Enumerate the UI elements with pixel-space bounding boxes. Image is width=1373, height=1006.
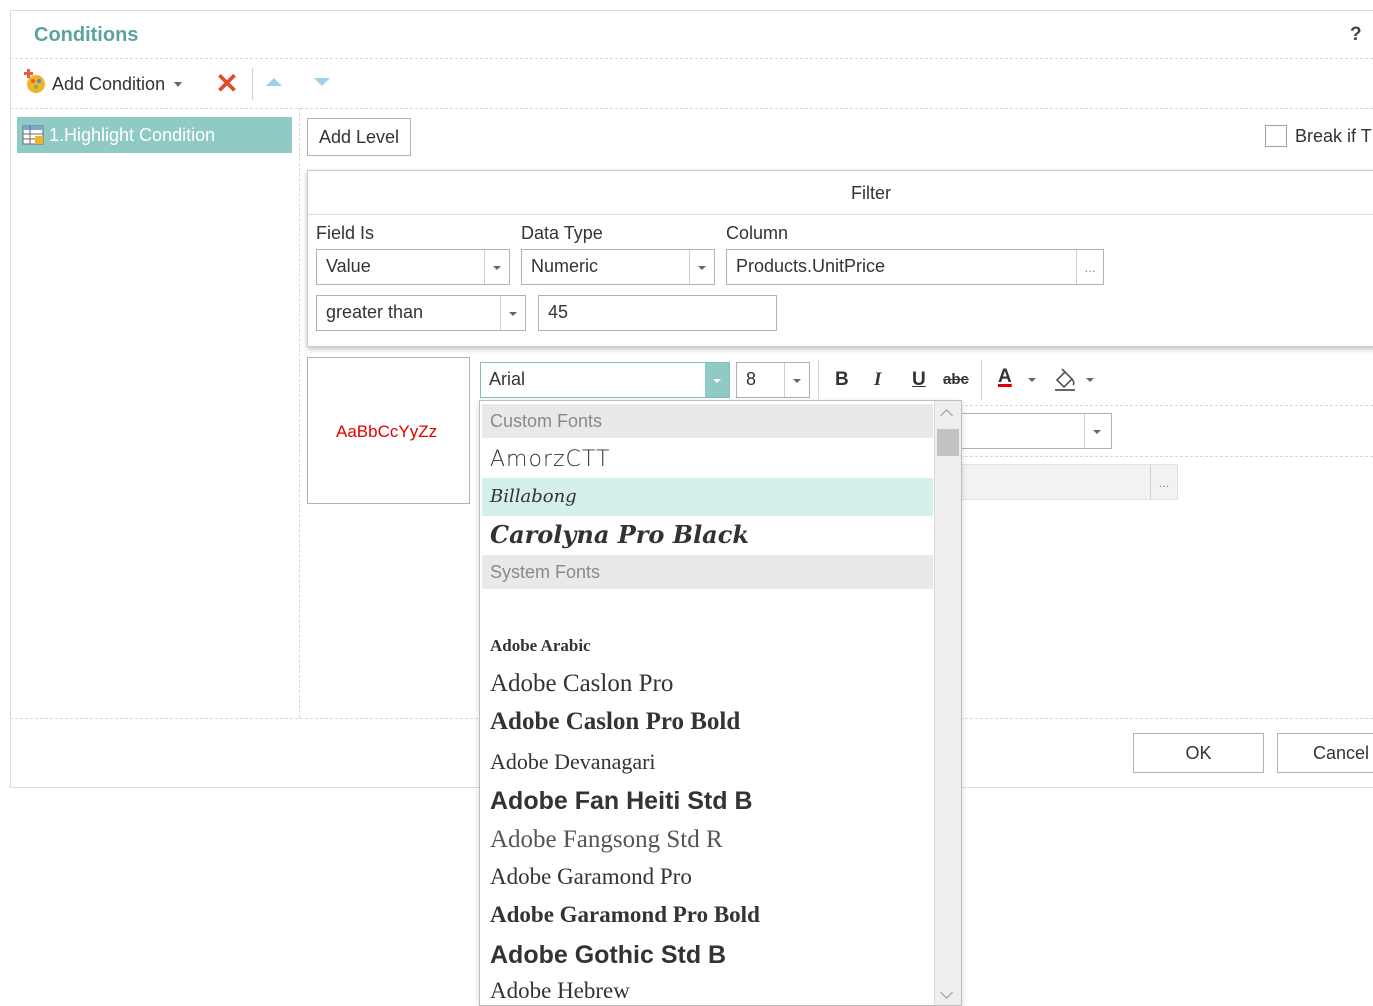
font-option[interactable]: Adobe Caslon Pro (482, 665, 933, 703)
strikethrough-button[interactable]: abc (943, 371, 969, 388)
font-dropdown-list[interactable]: Custom Fonts AmorzCTT Billabong Carolyna… (479, 400, 962, 1006)
ok-button[interactable]: OK (1133, 733, 1264, 773)
font-family-value: Arial (489, 369, 526, 389)
add-condition-button[interactable]: Add Condition (22, 68, 183, 100)
delete-condition-icon[interactable]: ✕ (213, 70, 241, 98)
field-is-select[interactable]: Value (316, 249, 510, 285)
column-browse-button[interactable]: ... (1076, 250, 1103, 284)
fill-color-button[interactable] (1052, 366, 1098, 394)
font-color-icon: A (998, 366, 1012, 387)
font-option[interactable]: Adobe Garamond Pro (482, 859, 933, 895)
font-family-select[interactable]: Arial (480, 362, 730, 398)
data-type-label: Data Type (521, 223, 603, 243)
paint-bucket-icon (1052, 366, 1078, 397)
hidden-browse-button[interactable]: ... (1150, 465, 1177, 499)
scroll-thumb[interactable] (937, 429, 959, 456)
system-fonts-group-header: System Fonts (482, 555, 933, 589)
font-size-value: 8 (746, 369, 757, 389)
chevron-down-icon[interactable] (484, 250, 509, 284)
toolbar-separator (252, 68, 253, 100)
font-size-select[interactable]: 8 (736, 362, 810, 398)
toolbar-divider (10, 108, 1373, 109)
chevron-down-icon (1028, 378, 1036, 382)
condition-list-item[interactable]: 1.Highlight Condition (17, 117, 292, 153)
font-color-button[interactable]: A (995, 366, 1039, 394)
font-option[interactable]: Carolyna Pro Black (482, 516, 933, 554)
add-condition-icon (22, 68, 48, 100)
field-is-label: Field Is (316, 223, 375, 243)
chevron-down-icon (1086, 378, 1094, 382)
bold-button[interactable]: B (835, 369, 849, 391)
style-toolbar-separator (818, 360, 819, 400)
font-option-selected[interactable]: Billabong (482, 478, 933, 516)
custom-fonts-group-header: Custom Fonts (482, 404, 933, 438)
cancel-button[interactable]: Cancel (1277, 733, 1373, 773)
operand-input[interactable]: 45 (538, 295, 777, 331)
font-option[interactable]: Adobe Devanagari (482, 744, 933, 780)
font-option[interactable]: Adobe Arabic (482, 630, 933, 662)
add-level-button[interactable]: Add Level (307, 118, 411, 156)
chevron-down-icon (174, 81, 183, 87)
style-toolbar-separator (981, 360, 982, 400)
move-down-icon[interactable] (314, 78, 330, 86)
font-option[interactable]: AmorzCTT (482, 442, 933, 478)
chevron-down-icon[interactable] (705, 363, 729, 397)
field-is-value: Value (326, 256, 371, 276)
help-button[interactable]: ? (1350, 24, 1362, 46)
italic-button[interactable]: I (874, 369, 881, 391)
chevron-down-icon[interactable] (784, 363, 809, 397)
add-condition-label: Add Condition (52, 73, 166, 94)
break-checkbox[interactable] (1265, 125, 1287, 147)
chevron-down-icon[interactable] (500, 296, 525, 330)
font-option[interactable]: Adobe Fan Heiti Std B (482, 781, 933, 821)
underline-button[interactable]: U (912, 369, 926, 391)
condition-label: 1.Highlight Condition (49, 124, 216, 145)
data-type-select[interactable]: Numeric (521, 249, 715, 285)
move-up-icon[interactable] (266, 78, 282, 86)
chevron-down-icon[interactable] (1084, 414, 1111, 448)
column-value: Products.UnitPrice (736, 256, 886, 276)
list-divider (299, 108, 300, 718)
operator-select[interactable]: greater than (316, 295, 526, 331)
filter-divider (308, 214, 1373, 215)
scroll-up-icon[interactable] (940, 409, 953, 422)
chevron-down-icon[interactable] (689, 250, 714, 284)
data-type-value: Numeric (531, 256, 599, 276)
font-option[interactable]: Adobe Hebrew (482, 974, 933, 1005)
break-label: Break if T (1295, 126, 1372, 146)
font-option[interactable]: Adobe Garamond Pro Bold (482, 896, 933, 934)
hidden-field[interactable]: ... (930, 464, 1178, 500)
preview-text: AaBbCcYyZz (336, 422, 438, 441)
scroll-down-icon[interactable] (940, 986, 953, 999)
operator-value: greater than (326, 302, 424, 322)
operand-value: 45 (548, 302, 569, 322)
title-divider (10, 58, 1373, 59)
font-option[interactable]: Adobe Fangsong Std R (482, 821, 933, 859)
font-option[interactable]: Adobe Caslon Pro Bold (482, 703, 933, 741)
column-label: Column (726, 223, 789, 243)
dialog-title: Conditions (34, 24, 139, 46)
condition-table-icon (22, 124, 44, 146)
font-option[interactable]: Adobe Gothic Std B (482, 935, 933, 975)
font-list-scrollbar[interactable] (934, 401, 961, 1005)
column-field[interactable]: Products.UnitPrice ... (726, 249, 1104, 285)
filter-title: Filter (851, 183, 891, 203)
